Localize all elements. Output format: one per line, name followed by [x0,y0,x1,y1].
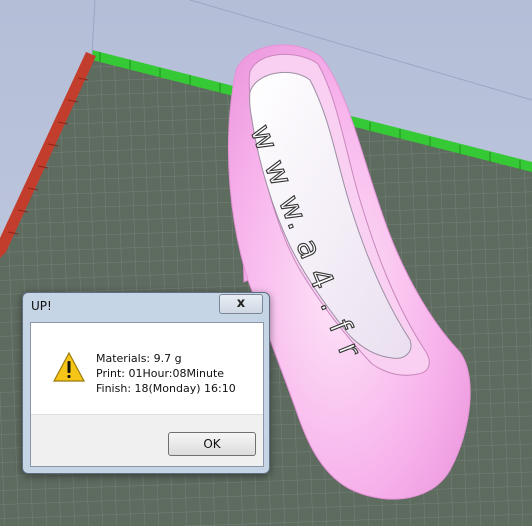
dialog-titlebar[interactable]: UP! x [23,293,269,319]
close-button[interactable]: x [219,294,263,314]
dialog-message: Materials: 9.7 g Print: 01Hour:08Minute … [96,351,236,396]
materials-line: Materials: 9.7 g [96,352,182,365]
warning-icon [52,351,86,386]
dialog-client-area: Materials: 9.7 g Print: 01Hour:08Minute … [30,322,264,467]
print-time-line: Print: 01Hour:08Minute [96,367,225,380]
dialog-title: UP! [31,299,52,313]
message-dialog[interactable]: UP! x Materials: 9.7 g Print: 01Hour:08M… [22,292,270,474]
ok-button[interactable]: OK [168,432,256,456]
finish-time-line: Finish: 18(Monday) 16:10 [96,382,236,395]
